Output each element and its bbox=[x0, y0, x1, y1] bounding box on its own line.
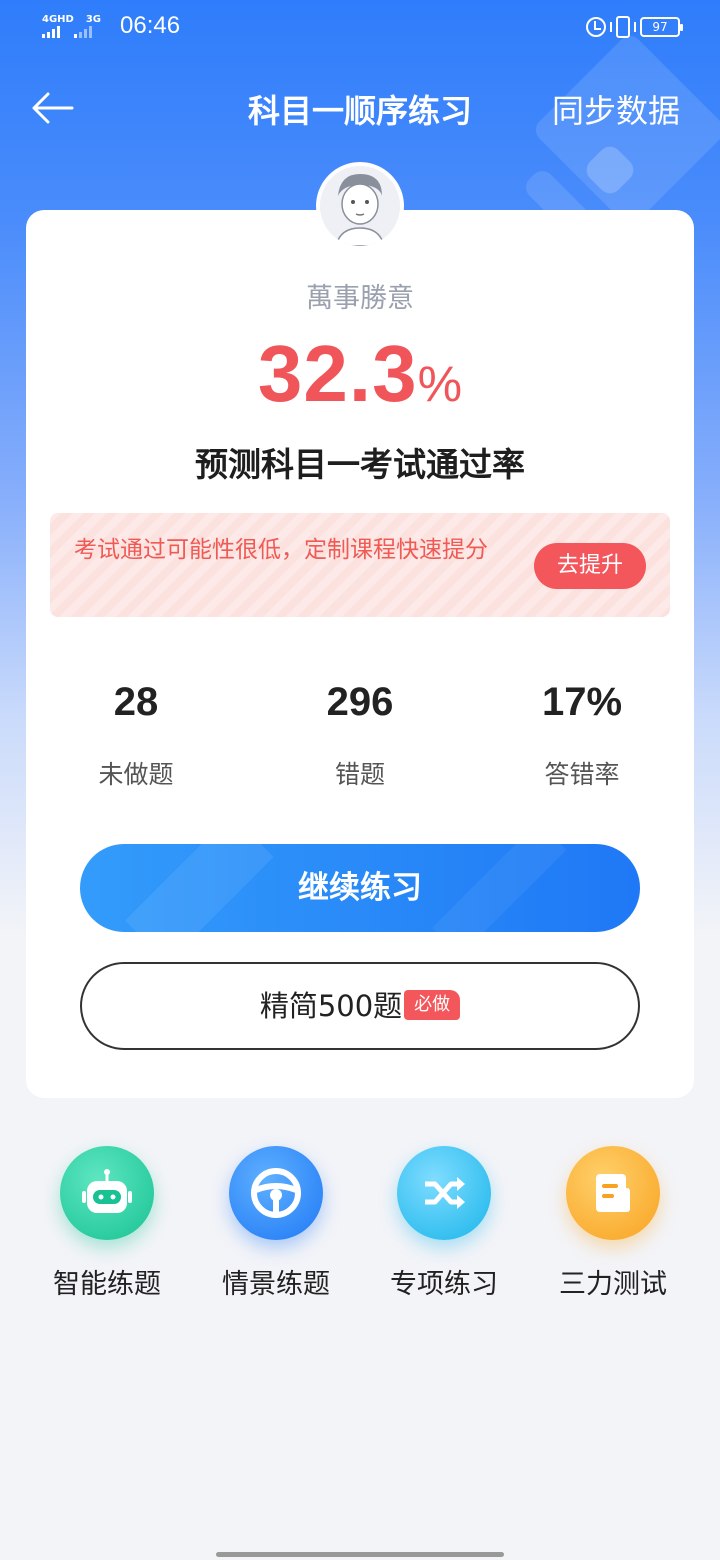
stat-wrong[interactable]: 296 错题 bbox=[260, 680, 460, 791]
progress-card: 萬事勝意 32.3% 预测科目一考试通过率 考试通过可能性很低，定制课程快速提分… bbox=[26, 210, 694, 1098]
feature-smart-practice[interactable]: 智能练题 bbox=[27, 1146, 187, 1301]
stat-value: 296 bbox=[326, 680, 394, 724]
network-type-1: 4GHD bbox=[42, 14, 74, 25]
top-nav: 科目一顺序练习 同步数据 bbox=[0, 80, 720, 136]
pass-rate-label: 预测科目一考试通过率 bbox=[195, 445, 525, 484]
shuffle-icon bbox=[397, 1146, 491, 1240]
stat-label: 未做题 bbox=[98, 760, 174, 789]
document-icon bbox=[566, 1146, 660, 1240]
pass-rate-unit: % bbox=[417, 356, 463, 412]
stats-row: 28 未做题 296 错题 17% 答错率 bbox=[26, 680, 694, 800]
robot-icon bbox=[60, 1146, 154, 1240]
avatar-illustration bbox=[320, 166, 400, 246]
sync-data-button[interactable]: 同步数据 bbox=[552, 86, 680, 132]
feature-special-practice[interactable]: 专项练习 bbox=[364, 1146, 524, 1301]
feature-scenario-practice[interactable]: 情景练题 bbox=[196, 1146, 356, 1301]
continue-practice-label: 继续练习 bbox=[298, 870, 422, 906]
feature-label: 三力测试 bbox=[559, 1269, 667, 1300]
feature-label: 情景练题 bbox=[222, 1269, 330, 1300]
home-indicator[interactable] bbox=[216, 1552, 504, 1557]
refined-500-button[interactable]: 精简500题 必做 bbox=[80, 962, 640, 1050]
tip-text: 考试通过可能性很低，定制课程快速提分 bbox=[74, 537, 488, 563]
stat-value: 17% bbox=[541, 680, 623, 724]
steering-wheel-icon bbox=[229, 1146, 323, 1240]
stat-error-rate[interactable]: 17% 答错率 bbox=[482, 680, 682, 791]
clock: 06:46 bbox=[120, 12, 181, 39]
stat-undone[interactable]: 28 未做题 bbox=[36, 680, 236, 791]
must-do-badge: 必做 bbox=[404, 990, 461, 1020]
pass-rate: 32.3% bbox=[26, 328, 694, 420]
stat-label: 错题 bbox=[334, 760, 385, 789]
continue-practice-button[interactable]: 继续练习 bbox=[80, 844, 640, 932]
stat-value: 28 bbox=[113, 680, 159, 724]
alarm-icon bbox=[586, 17, 606, 37]
pass-rate-value: 32.3 bbox=[257, 329, 418, 418]
feature-three-ability-test[interactable]: 三力测试 bbox=[533, 1146, 693, 1301]
status-bar: 4GHD 3G 06:46 97 bbox=[0, 0, 720, 56]
feature-label: 智能练题 bbox=[53, 1269, 161, 1300]
network-type-2: 3G bbox=[85, 14, 102, 25]
user-nickname: 萬事勝意 bbox=[306, 283, 414, 314]
avatar[interactable] bbox=[316, 162, 404, 250]
refined-500-label: 精简500题 bbox=[259, 989, 403, 1023]
feature-label: 专项练习 bbox=[390, 1269, 498, 1300]
vibrate-icon bbox=[610, 16, 636, 38]
signal-indicator: 4GHD 3G bbox=[42, 14, 101, 38]
signal-bars-icon bbox=[74, 26, 92, 38]
stat-label: 答错率 bbox=[544, 760, 620, 789]
improve-button[interactable]: 去提升 bbox=[534, 543, 646, 589]
feature-shortcuts: 智能练题 情景练题 专项练习 三力测试 bbox=[0, 1146, 720, 1306]
signal-bars-icon bbox=[42, 26, 60, 38]
improvement-tip-banner: 考试通过可能性很低，定制课程快速提分 去提升 bbox=[50, 513, 670, 617]
battery-icon: 97 bbox=[640, 17, 683, 37]
